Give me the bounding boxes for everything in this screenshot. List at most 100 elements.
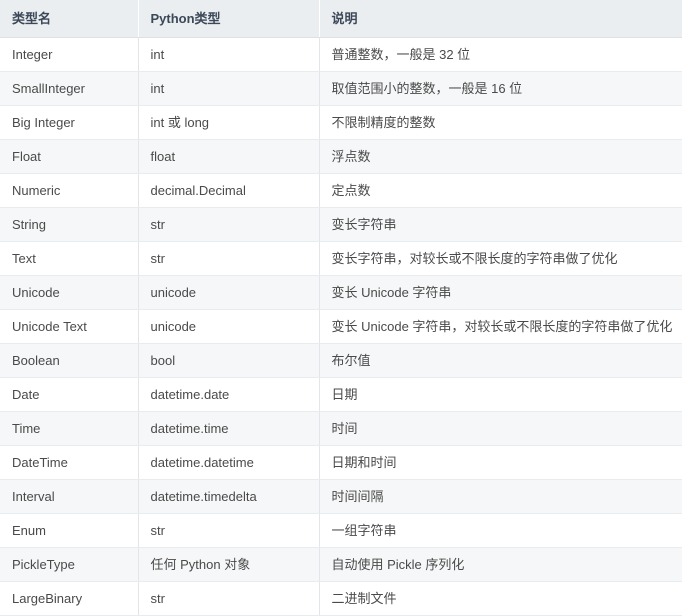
- cell-description-text: 不限制精度的整数: [331, 114, 436, 130]
- table-body: Integer int 普通整数，一般是 32 位 SmallInteger int 取值…: [0, 37, 682, 616]
- cell-type-name-text: Float: [12, 148, 41, 164]
- cell-description: 取值范围小的整数，一般是 16 位: [319, 71, 682, 106]
- column-header-description: 说明: [319, 0, 682, 38]
- cell-description: 布尔值: [319, 343, 682, 378]
- cell-type-name: Float: [0, 139, 139, 174]
- cell-type-name: Unicode: [0, 275, 139, 310]
- cell-description-text: 时间: [331, 420, 358, 436]
- cell-type-name: Date: [0, 377, 139, 412]
- table-row: Integer int 普通整数，一般是 32 位: [0, 37, 682, 72]
- cell-type-name-text: Numeric: [12, 182, 61, 198]
- table-row: PickleType 任何 Python 对象 自动使用 Pickle 序列化: [0, 547, 682, 582]
- cell-python-type: datetime.time: [138, 411, 320, 446]
- cell-description: 不限制精度的整数: [319, 105, 682, 140]
- cell-type-name: PickleType: [0, 547, 139, 582]
- table-row: Boolean bool 布尔值: [0, 343, 682, 378]
- cell-python-type-text: int 或 long: [150, 114, 210, 130]
- column-header-type-name: 类型名: [0, 0, 139, 38]
- cell-python-type: int 或 long: [138, 105, 320, 140]
- cell-python-type-text: 任何 Python 对象: [150, 556, 251, 572]
- cell-description: 变长 Unicode 字符串: [319, 275, 682, 310]
- cell-type-name: Big Integer: [0, 105, 139, 140]
- cell-type-name: LargeBinary: [0, 581, 139, 616]
- cell-description-text: 普通整数，一般是 32 位: [331, 46, 471, 62]
- column-types-table: 类型名 Python类型 说明 Integer int 普通整数，一般是 32 位 S…: [0, 0, 682, 616]
- cell-type-name: String: [0, 207, 139, 242]
- cell-python-type-text: int: [150, 46, 165, 62]
- table-header: 类型名 Python类型 说明: [0, 0, 682, 38]
- cell-python-type-text: int: [150, 80, 165, 96]
- cell-type-name-text: Enum: [12, 522, 46, 538]
- cell-python-type-text: unicode: [150, 318, 197, 334]
- cell-description-text: 二进制文件: [331, 590, 397, 606]
- cell-type-name-text: Integer: [12, 46, 53, 62]
- cell-type-name-text: Text: [12, 250, 36, 266]
- cell-description: 日期: [319, 377, 682, 412]
- cell-description-text: 变长字符串，对较长或不限长度的字符串做了优化: [331, 250, 618, 266]
- cell-description-text: 自动使用 Pickle 序列化: [331, 556, 465, 572]
- cell-description-text: 取值范围小的整数，一般是 16 位: [331, 80, 523, 96]
- cell-description-text: 定点数: [331, 182, 371, 198]
- cell-type-name: Enum: [0, 513, 139, 548]
- table-row: Enum str 一组字符串: [0, 513, 682, 548]
- cell-type-name-text: Interval: [12, 488, 55, 504]
- table-row: Big Integer int 或 long 不限制精度的整数: [0, 105, 682, 140]
- cell-description-text: 日期: [331, 386, 358, 402]
- cell-python-type: int: [138, 71, 320, 106]
- cell-type-name-text: SmallInteger: [12, 80, 85, 96]
- cell-python-type-text: str: [150, 216, 165, 232]
- cell-description: 浮点数: [319, 139, 682, 174]
- cell-python-type-text: str: [150, 522, 165, 538]
- table-row: String str 变长字符串: [0, 207, 682, 242]
- cell-python-type-text: str: [150, 250, 165, 266]
- cell-description: 普通整数，一般是 32 位: [319, 37, 682, 72]
- cell-description: 自动使用 Pickle 序列化: [319, 547, 682, 582]
- cell-type-name: Interval: [0, 479, 139, 514]
- cell-type-name: SmallInteger: [0, 71, 139, 106]
- cell-python-type: str: [138, 581, 320, 616]
- cell-description-text: 日期和时间: [331, 454, 397, 470]
- table-row: DateTime datetime.datetime 日期和时间: [0, 445, 682, 480]
- cell-description-text: 浮点数: [331, 148, 371, 164]
- cell-python-type: str: [138, 513, 320, 548]
- cell-type-name-text: Time: [12, 420, 41, 436]
- cell-python-type-text: datetime.date: [150, 386, 230, 402]
- cell-python-type: datetime.timedelta: [138, 479, 320, 514]
- table-row: Float float 浮点数: [0, 139, 682, 174]
- column-header-python-type: Python类型: [138, 0, 320, 38]
- cell-description-text: 变长 Unicode 字符串: [331, 284, 452, 300]
- cell-python-type: 任何 Python 对象: [138, 547, 320, 582]
- cell-type-name: Text: [0, 241, 139, 276]
- cell-description: 变长字符串，对较长或不限长度的字符串做了优化: [319, 241, 682, 276]
- cell-python-type-text: datetime.datetime: [150, 454, 254, 470]
- cell-description: 二进制文件: [319, 581, 682, 616]
- cell-type-name-text: String: [12, 216, 46, 232]
- cell-python-type-text: datetime.time: [150, 420, 229, 436]
- cell-type-name-text: Boolean: [12, 352, 60, 368]
- table-row: Unicode Text unicode 变长 Unicode 字符串，对较长或不限…: [0, 309, 682, 344]
- cell-python-type: str: [138, 241, 320, 276]
- cell-python-type-text: str: [150, 590, 165, 606]
- table-row: Numeric decimal.Decimal 定点数: [0, 173, 682, 208]
- table-row: Interval datetime.timedelta 时间间隔: [0, 479, 682, 514]
- cell-type-name: Numeric: [0, 173, 139, 208]
- cell-python-type: bool: [138, 343, 320, 378]
- cell-description: 变长 Unicode 字符串，对较长或不限长度的字符串做了优化: [319, 309, 682, 344]
- cell-type-name: Time: [0, 411, 139, 446]
- cell-type-name-text: LargeBinary: [12, 590, 83, 606]
- cell-description: 日期和时间: [319, 445, 682, 480]
- table-header-row: 类型名 Python类型 说明: [0, 0, 682, 38]
- cell-type-name-text: Date: [12, 386, 40, 402]
- cell-python-type: datetime.datetime: [138, 445, 320, 480]
- table-row: SmallInteger int 取值范围小的整数，一般是 16 位: [0, 71, 682, 106]
- cell-description: 时间: [319, 411, 682, 446]
- cell-type-name-text: Unicode Text: [12, 318, 87, 334]
- cell-python-type-text: float: [150, 148, 176, 164]
- table-row: Text str 变长字符串，对较长或不限长度的字符串做了优化: [0, 241, 682, 276]
- cell-description-text: 时间间隔: [331, 488, 384, 504]
- cell-python-type-text: unicode: [150, 284, 197, 300]
- cell-python-type: int: [138, 37, 320, 72]
- cell-description-text: 变长字符串: [331, 216, 397, 232]
- cell-type-name-text: Big Integer: [12, 114, 75, 130]
- table-row: Unicode unicode 变长 Unicode 字符串: [0, 275, 682, 310]
